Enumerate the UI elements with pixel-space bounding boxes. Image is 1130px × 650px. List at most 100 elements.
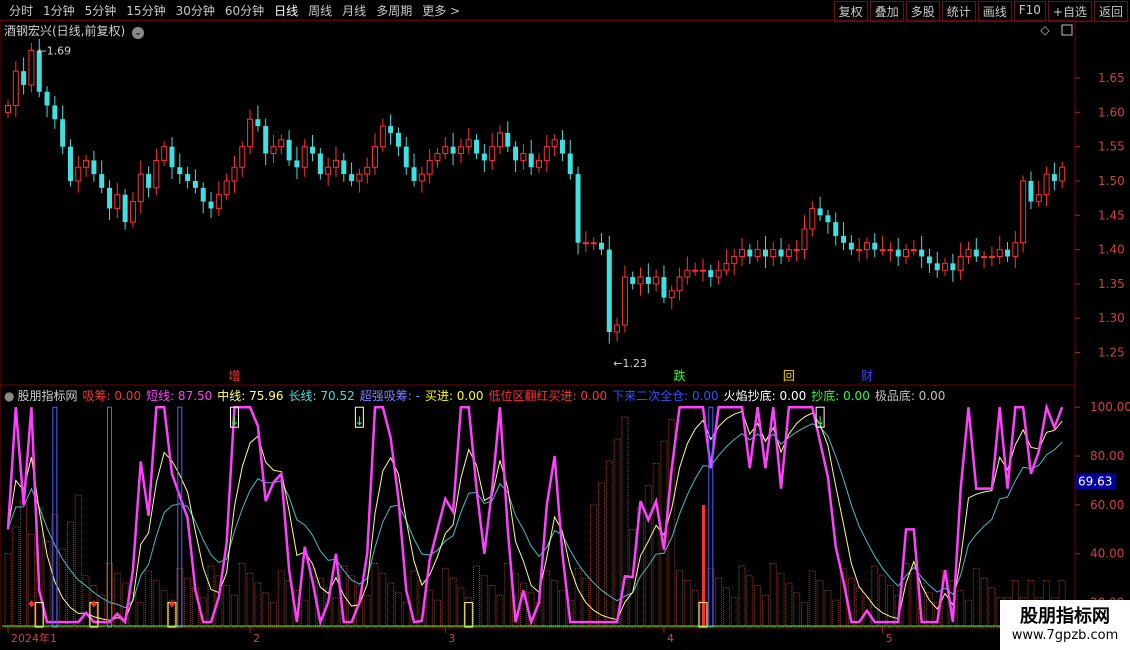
- candle-body: [426, 159, 433, 175]
- candle-body: [481, 153, 487, 161]
- candle-body: [317, 153, 323, 175]
- candle-body: [903, 249, 910, 257]
- candle-body: [1005, 249, 1011, 257]
- candle-body: [465, 139, 472, 148]
- candle-body: [177, 167, 183, 175]
- candle-body: [513, 146, 519, 161]
- volume-bar: [74, 494, 82, 628]
- volume-bar: [488, 584, 496, 628]
- volume-bar: [793, 592, 801, 628]
- volume-bar: [957, 589, 965, 628]
- volume-bar: [730, 597, 738, 628]
- y-tick-label: 1.40: [1098, 243, 1125, 257]
- candle-body: [872, 242, 878, 250]
- volume-bar: [27, 533, 35, 628]
- volume-bar: [676, 570, 684, 628]
- candle-body: [388, 126, 394, 133]
- candle-body: [364, 166, 371, 175]
- candle-body: [107, 187, 113, 209]
- volume-bar: [387, 582, 395, 628]
- volume-bar: [785, 582, 793, 628]
- candle-body: [536, 159, 542, 168]
- candle-body: [434, 153, 441, 161]
- candle-body: [645, 277, 651, 284]
- volume-bar: [59, 548, 67, 628]
- candle-body: [356, 173, 363, 182]
- candle-body: [699, 269, 706, 272]
- volume-bar: [12, 526, 20, 628]
- candle-body: [520, 153, 527, 161]
- candle-body: [231, 166, 238, 182]
- volume-bar: [496, 594, 504, 628]
- candle-body: [919, 249, 925, 257]
- y-tick-label: 100.00: [1090, 400, 1130, 414]
- volume-bar: [262, 592, 270, 628]
- candle-body: [208, 201, 214, 209]
- window-icon: [1061, 24, 1073, 36]
- candle-body: [684, 269, 691, 278]
- candle-body: [505, 132, 511, 147]
- volume-bar: [715, 577, 723, 628]
- candle-body: [988, 255, 995, 258]
- y-tick-label: 1.50: [1098, 174, 1125, 188]
- red-signal-bar: [701, 504, 705, 627]
- volume-bar: [480, 575, 488, 628]
- candle-body: [747, 249, 753, 257]
- candle-body: [942, 262, 949, 271]
- candle-body: [715, 269, 722, 278]
- candle-body: [575, 174, 581, 243]
- volume-bar: [605, 460, 613, 628]
- candle-body: [5, 104, 11, 113]
- long-line: [7, 423, 1063, 609]
- candle-body: [114, 194, 121, 209]
- candle-body: [778, 249, 784, 257]
- down-arrow-icon: ↓: [229, 414, 239, 428]
- candle-body: [1020, 180, 1027, 244]
- volume-bar: [551, 580, 559, 628]
- event-label: 增: [228, 369, 240, 383]
- candle-body: [341, 160, 347, 175]
- volume-bar: [433, 599, 441, 628]
- candle-body: [543, 146, 550, 161]
- volume-bar: [519, 582, 527, 628]
- candle-body: [833, 222, 839, 236]
- candle-body: [247, 118, 254, 148]
- y-tick-label: 60.00: [1090, 498, 1124, 512]
- y-tick-label: 1.60: [1098, 105, 1125, 119]
- y-tick-label: 1.25: [1098, 346, 1125, 360]
- volume-bar: [683, 580, 691, 628]
- candle-body: [1059, 166, 1066, 182]
- volume-bar: [746, 575, 754, 628]
- candle-body: [879, 249, 886, 252]
- volume-bar: [558, 589, 566, 628]
- candle-body: [255, 119, 261, 127]
- high-marker: ←1.69: [37, 45, 71, 58]
- volume-bar: [426, 589, 434, 628]
- candle-body: [379, 125, 386, 148]
- volume-bar: [886, 584, 894, 628]
- signal-bar: [107, 406, 113, 628]
- volume-bar: [613, 438, 621, 628]
- volume-bar: [879, 575, 887, 628]
- candle-body: [52, 105, 58, 120]
- volume-bar: [301, 599, 309, 628]
- volume-bar: [4, 553, 12, 628]
- volume-bar: [371, 563, 379, 628]
- event-label: 回: [783, 369, 795, 383]
- candle-body: [474, 139, 480, 154]
- candle-body: [809, 207, 816, 230]
- x-tick-label: 2: [253, 632, 260, 645]
- watermark: 股朋指标网 www.7gpzb.com: [1000, 600, 1130, 650]
- volume-bar: [988, 587, 996, 628]
- current-value-label: 69.63: [1078, 474, 1112, 488]
- volume-bar: [152, 580, 160, 628]
- candle-body: [310, 146, 316, 154]
- candle-body: [637, 276, 644, 285]
- low-marker: ←1.23: [613, 357, 647, 370]
- volume-bar: [769, 563, 777, 628]
- red-marker: ♦: [168, 599, 177, 610]
- candle-body: [372, 146, 379, 168]
- volume-bar: [20, 499, 28, 628]
- volume-bar: [644, 484, 652, 628]
- candle-body: [551, 139, 558, 148]
